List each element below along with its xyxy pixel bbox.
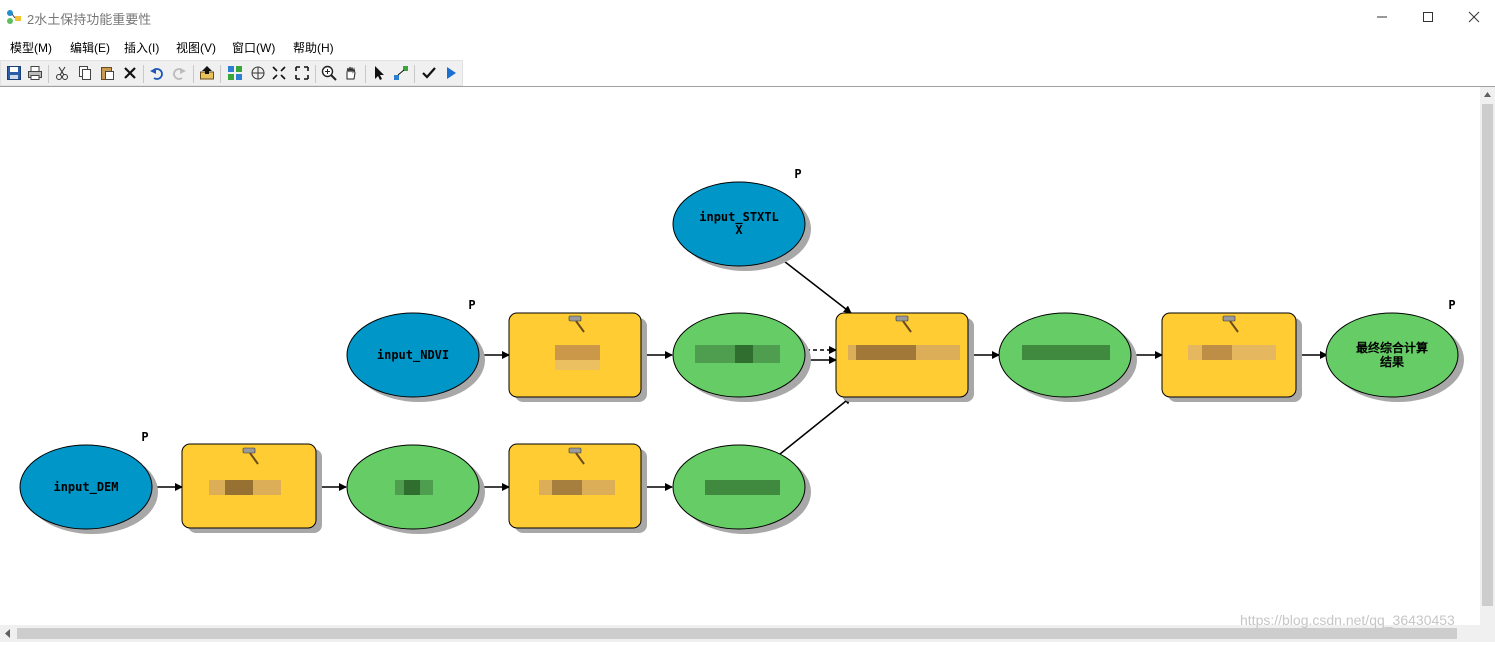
fixed-zoom-in-icon[interactable]	[294, 65, 310, 81]
blurred-label	[555, 345, 600, 360]
blurred-label	[705, 480, 780, 495]
pan-icon[interactable]	[343, 65, 359, 81]
tool-node[interactable]	[181, 443, 322, 533]
parameter-marker: P	[794, 167, 801, 181]
derived-data-node[interactable]	[998, 312, 1137, 402]
tool-node[interactable]	[835, 312, 974, 402]
save-icon[interactable]	[6, 65, 22, 81]
toolbar-separator	[365, 65, 366, 83]
add-data-icon[interactable]	[199, 65, 215, 81]
scrollbar-corner	[1480, 625, 1495, 642]
menu-insert[interactable]: 插入(I)	[124, 39, 159, 56]
menu-edit[interactable]: 编辑(E)	[70, 39, 110, 56]
horizontal-scroll-thumb[interactable]	[17, 628, 1457, 639]
derived-data-node[interactable]	[346, 444, 485, 534]
select-icon[interactable]	[371, 65, 387, 81]
derived-data-node[interactable]	[672, 312, 811, 402]
derived-data-node[interactable]	[672, 444, 811, 534]
connector[interactable]	[779, 396, 852, 455]
final-output-node[interactable]: 最终综合计算 结果 P	[1325, 298, 1464, 402]
maximize-button[interactable]	[1405, 0, 1451, 34]
minimize-icon	[1377, 16, 1387, 18]
menu-help[interactable]: 帮助(H)	[293, 39, 334, 56]
input-ndvi-node[interactable]: input_NDVI P	[346, 298, 485, 402]
validate-icon[interactable]	[421, 65, 437, 81]
delete-icon[interactable]	[122, 65, 138, 81]
parameter-marker: P	[141, 430, 148, 444]
toolbar-separator	[48, 65, 49, 83]
node-label: X	[735, 223, 743, 237]
blurred-label	[856, 345, 916, 360]
node-label: input_DEM	[53, 480, 118, 495]
maximize-icon	[1423, 12, 1433, 22]
close-icon	[1468, 11, 1480, 23]
fixed-zoom-out-icon[interactable]	[271, 65, 287, 81]
menu-bar: 模型(M) 编辑(E) 插入(I) 视图(V) 窗口(W) 帮助(H)	[0, 36, 1495, 58]
window-title: 2水土保持功能重要性	[27, 12, 152, 27]
parameter-marker: P	[1448, 298, 1455, 312]
connect-icon[interactable]	[393, 65, 409, 81]
menu-view[interactable]: 视图(V)	[176, 39, 216, 56]
blurred-label	[404, 480, 420, 495]
close-button[interactable]	[1451, 0, 1495, 34]
model-diagram[interactable]: input_STXTL X P input_NDVI P input_DEM P	[0, 87, 1480, 625]
blurred-label	[552, 480, 582, 495]
node-label: 最终综合计算	[1356, 340, 1428, 355]
copy-icon[interactable]	[77, 65, 93, 81]
vertical-scrollbar[interactable]	[1480, 87, 1495, 625]
tool-node[interactable]	[508, 443, 647, 533]
input-dem-node[interactable]: input_DEM P	[19, 430, 158, 534]
run-icon[interactable]	[443, 65, 459, 81]
parameter-marker: P	[468, 298, 475, 312]
cut-icon[interactable]	[54, 65, 70, 81]
connector[interactable]	[779, 257, 852, 314]
blurred-label	[225, 480, 253, 495]
menu-model[interactable]: 模型(M)	[10, 39, 52, 56]
title-bar: 2水土保持功能重要性	[0, 0, 1495, 34]
minimize-button[interactable]	[1359, 0, 1405, 34]
menu-window[interactable]: 窗口(W)	[232, 39, 275, 56]
tool-node[interactable]	[1161, 312, 1302, 402]
print-icon[interactable]	[27, 65, 43, 81]
modelbuilder-app-icon	[7, 10, 21, 24]
toolbar-separator	[193, 65, 194, 83]
node-label: 结果	[1380, 354, 1404, 369]
redo-icon[interactable]	[171, 65, 187, 81]
blurred-label	[1022, 345, 1110, 360]
watermark: https://blog.csdn.net/qq_36430453	[1240, 612, 1455, 628]
toolbar-separator	[143, 65, 144, 83]
toolbar	[0, 60, 463, 86]
full-extent-icon[interactable]	[250, 65, 266, 81]
tool-node[interactable]	[508, 312, 647, 402]
model-canvas[interactable]: input_STXTL X P input_NDVI P input_DEM P	[0, 87, 1480, 625]
paste-icon[interactable]	[99, 65, 115, 81]
toolbar-separator	[414, 65, 415, 83]
node-label: input_NDVI	[377, 348, 449, 363]
vertical-scroll-thumb[interactable]	[1482, 104, 1493, 606]
toolbar-separator	[220, 65, 221, 83]
auto-layout-icon[interactable]	[227, 65, 243, 81]
blurred-label	[735, 345, 753, 363]
scroll-up-icon[interactable]	[1480, 87, 1495, 102]
blurred-label	[1202, 345, 1232, 360]
input-stxtlx-node[interactable]: input_STXTL X P	[672, 167, 811, 271]
toolbar-separator	[315, 65, 316, 83]
scroll-left-icon[interactable]	[0, 625, 15, 642]
blurred-label	[555, 360, 600, 370]
undo-icon[interactable]	[149, 65, 165, 81]
zoom-in-icon[interactable]	[321, 65, 337, 81]
